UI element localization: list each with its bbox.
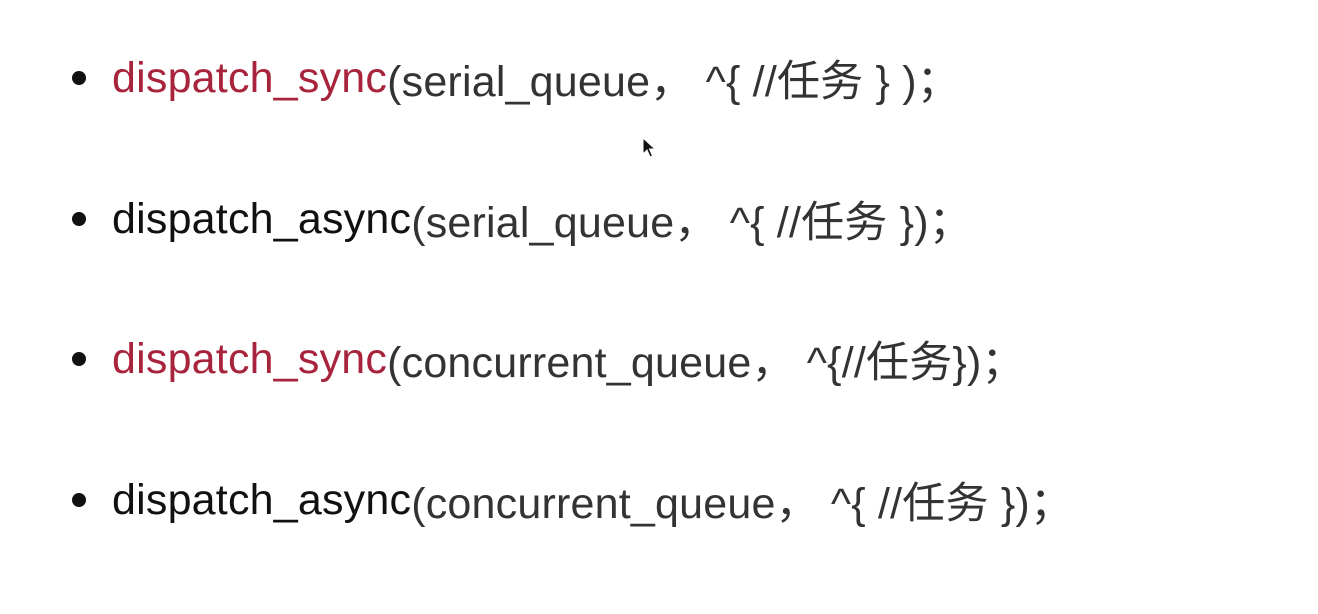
bullet-dot-icon bbox=[72, 352, 86, 366]
function-arguments: (concurrent_queue， ^{ //任务 })； bbox=[411, 480, 1074, 528]
bullet-dot-icon bbox=[72, 71, 86, 85]
bullet-dot-icon bbox=[72, 212, 86, 226]
bullet-item-dispatch-sync-concurrent: dispatch_sync (concurrent_queue， ^{//任务})… bbox=[72, 329, 1025, 389]
function-name: dispatch_async bbox=[112, 475, 412, 524]
bullet-item-dispatch-async-concurrent: dispatch_async (concurrent_queue， ^{ //任务… bbox=[72, 470, 1073, 530]
function-arguments: (serial_queue， ^{ //任务 })； bbox=[411, 199, 972, 247]
function-name: dispatch_async bbox=[112, 194, 412, 243]
slide: dispatch_sync (serial_queue， ^{ //任务 } )；… bbox=[0, 0, 1318, 614]
function-name: dispatch_sync bbox=[112, 53, 388, 102]
mouse-pointer-icon bbox=[642, 137, 656, 158]
function-arguments: (concurrent_queue， ^{//任务})； bbox=[387, 339, 1025, 387]
bullet-dot-icon bbox=[72, 493, 86, 507]
function-name: dispatch_sync bbox=[112, 334, 388, 383]
bullet-item-dispatch-sync-serial: dispatch_sync (serial_queue， ^{ //任务 } )； bbox=[72, 48, 960, 108]
function-arguments: (serial_queue， ^{ //任务 } )； bbox=[387, 58, 960, 106]
bullet-item-dispatch-async-serial: dispatch_async (serial_queue， ^{ //任务 })； bbox=[72, 189, 972, 249]
